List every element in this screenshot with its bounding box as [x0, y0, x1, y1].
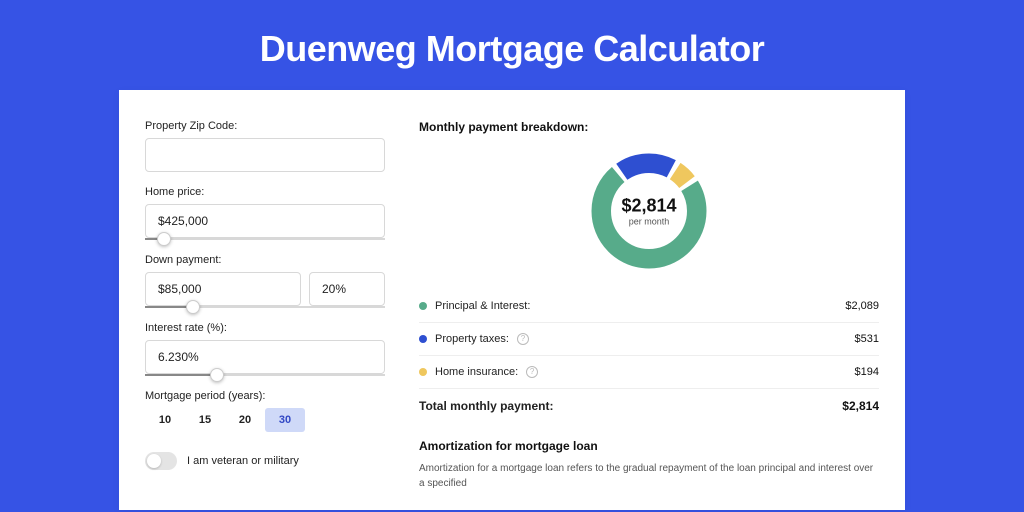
- legend-dot: [419, 335, 427, 343]
- period-btn-30[interactable]: 30: [265, 408, 305, 432]
- legend-row: Home insurance:? $194: [419, 356, 879, 389]
- form-column: Property Zip Code: Home price: Down paym…: [119, 120, 399, 510]
- zip-input[interactable]: [145, 138, 385, 172]
- calculator-card: Property Zip Code: Home price: Down paym…: [119, 90, 905, 510]
- legend: Principal & Interest: $2,089 Property taxe…: [419, 290, 879, 389]
- zip-group: Property Zip Code:: [145, 120, 399, 172]
- legend-row: Property taxes:? $531: [419, 323, 879, 356]
- down-payment-input[interactable]: [145, 272, 301, 306]
- down-payment-pct-input[interactable]: [309, 272, 385, 306]
- down-payment-group: Down payment:: [145, 254, 399, 308]
- period-btn-15[interactable]: 15: [185, 408, 225, 432]
- period-btn-20[interactable]: 20: [225, 408, 265, 432]
- slider-fill: [145, 374, 217, 376]
- legend-value: $2,089: [845, 300, 879, 312]
- donut-center: $2,814 per month: [621, 196, 676, 227]
- donut-chart: $2,814 per month: [586, 148, 712, 274]
- help-icon[interactable]: ?: [526, 366, 538, 378]
- help-icon[interactable]: ?: [517, 333, 529, 345]
- breakdown-column: Monthly payment breakdown: $2,814 per mo…: [399, 120, 905, 510]
- legend-label: Home insurance:: [435, 366, 518, 378]
- home-price-group: Home price:: [145, 186, 399, 240]
- home-price-slider[interactable]: [145, 238, 385, 240]
- home-price-input[interactable]: [145, 204, 385, 238]
- page-title: Duenweg Mortgage Calculator: [0, 0, 1024, 90]
- legend-value: $531: [855, 333, 879, 345]
- interest-rate-input[interactable]: [145, 340, 385, 374]
- interest-rate-slider[interactable]: [145, 374, 385, 376]
- breakdown-title: Monthly payment breakdown:: [419, 120, 879, 134]
- period-label: Mortgage period (years):: [145, 390, 399, 402]
- interest-rate-label: Interest rate (%):: [145, 322, 399, 334]
- amortization-text: Amortization for a mortgage loan refers …: [419, 461, 879, 491]
- veteran-toggle[interactable]: [145, 452, 177, 470]
- legend-label: Property taxes:: [435, 333, 509, 345]
- donut-amount: $2,814: [621, 196, 676, 217]
- period-btn-10[interactable]: 10: [145, 408, 185, 432]
- legend-dot: [419, 368, 427, 376]
- zip-label: Property Zip Code:: [145, 120, 399, 132]
- donut-sub: per month: [621, 217, 676, 227]
- slider-thumb[interactable]: [186, 300, 200, 314]
- donut-chart-wrap: $2,814 per month: [419, 144, 879, 290]
- legend-label: Principal & Interest:: [435, 300, 530, 312]
- amortization-title: Amortization for mortgage loan: [419, 439, 879, 453]
- slider-thumb[interactable]: [210, 368, 224, 382]
- period-group: Mortgage period (years): 10152030: [145, 390, 399, 432]
- legend-value: $194: [855, 366, 879, 378]
- total-value: $2,814: [842, 399, 879, 413]
- legend-dot: [419, 302, 427, 310]
- period-options: 10152030: [145, 408, 399, 432]
- legend-row: Principal & Interest: $2,089: [419, 290, 879, 323]
- slider-thumb[interactable]: [157, 232, 171, 246]
- interest-rate-group: Interest rate (%):: [145, 322, 399, 376]
- total-row: Total monthly payment: $2,814: [419, 389, 879, 429]
- veteran-row: I am veteran or military: [145, 452, 399, 470]
- down-payment-label: Down payment:: [145, 254, 399, 266]
- veteran-label: I am veteran or military: [187, 455, 299, 467]
- home-price-label: Home price:: [145, 186, 399, 198]
- total-label: Total monthly payment:: [419, 399, 553, 413]
- down-payment-slider[interactable]: [145, 306, 385, 308]
